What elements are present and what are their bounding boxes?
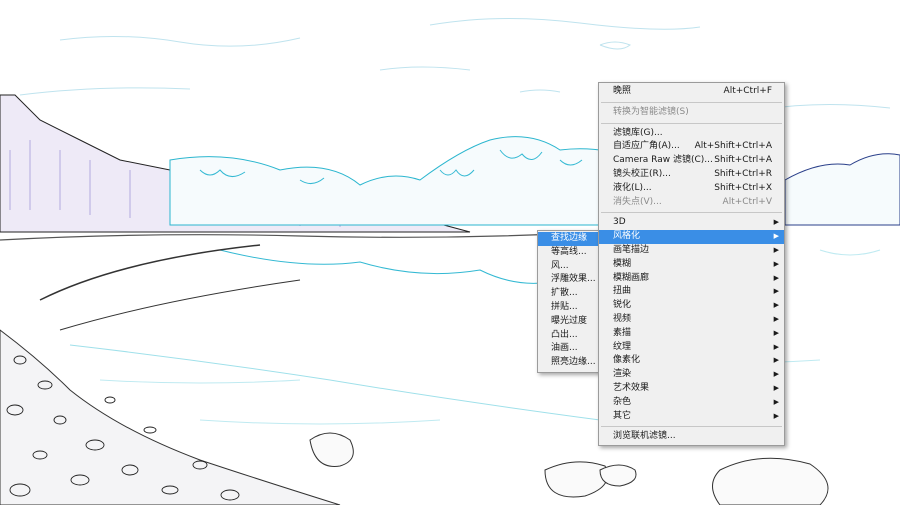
menu-item-artistic[interactable]: 艺术效果 ▶	[599, 382, 784, 396]
menu-item-label: 液化(L)...	[613, 182, 652, 193]
menu-item-label: 拼贴...	[551, 301, 578, 312]
menu-item-shortcut: Alt+Ctrl+F	[723, 86, 772, 96]
menu-item-find-edges[interactable]: 查找边缘	[538, 232, 600, 246]
menu-item-label: 照亮边缘...	[551, 357, 596, 368]
submenu-arrow-icon: ▶	[773, 356, 779, 365]
menu-item-label: 风格化	[613, 231, 641, 242]
submenu-arrow-icon: ▶	[773, 232, 779, 241]
submenu-arrow-icon: ▶	[773, 397, 779, 406]
menu-item-emboss[interactable]: 浮雕效果...	[538, 273, 600, 287]
menu-item-sketch[interactable]: 素描 ▶	[599, 327, 784, 341]
menu-separator	[601, 212, 782, 214]
menu-item-3d[interactable]: 3D ▶	[599, 216, 784, 230]
menu-item-shortcut: Alt+Ctrl+V	[722, 196, 772, 207]
menu-item-noise[interactable]: 杂色 ▶	[599, 396, 784, 410]
menu-item-label: 查找边缘	[551, 233, 588, 243]
menu-separator	[601, 122, 782, 124]
menu-item-label: 锐化	[613, 300, 632, 311]
submenu-arrow-icon: ▶	[773, 259, 779, 268]
menu-item-label: 其它	[613, 410, 632, 421]
menu-item-wind[interactable]: 风...	[538, 260, 600, 274]
menu-item-shortcut: Shift+Ctrl+A	[714, 155, 772, 166]
menu-item-tiles[interactable]: 拼贴...	[538, 301, 600, 315]
menu-item-brush-strokes[interactable]: 画笔描边 ▶	[599, 244, 784, 258]
stylize-submenu: 查找边缘 等高线... 风... 浮雕效果... 扩散... 拼贴... 曝光过…	[537, 230, 601, 373]
menu-item-contour[interactable]: 等高线...	[538, 246, 600, 260]
menu-item-diffuse[interactable]: 扩散...	[538, 287, 600, 301]
menu-item-sharpen[interactable]: 锐化 ▶	[599, 299, 784, 313]
menu-item-label: 画笔描边	[613, 244, 650, 255]
submenu-arrow-icon: ▶	[773, 218, 779, 227]
submenu-arrow-icon: ▶	[773, 245, 779, 254]
menu-item-camera-raw-filter[interactable]: Camera Raw 滤镜(C)... Shift+Ctrl+A	[599, 154, 784, 168]
menu-item-label: 消失点(V)...	[613, 196, 662, 207]
menu-item-label: 滤镜库(G)...	[613, 127, 663, 138]
menu-item-label: 凸出...	[551, 329, 578, 340]
submenu-arrow-icon: ▶	[773, 287, 779, 296]
menu-item-label: 模糊	[613, 258, 632, 269]
menu-item-adaptive-wide-angle[interactable]: 自适应广角(A)... Alt+Shift+Ctrl+A	[599, 140, 784, 154]
submenu-arrow-icon: ▶	[773, 383, 779, 392]
menu-item-label: 素描	[613, 327, 632, 338]
menu-item-label: 扩散...	[551, 288, 578, 299]
menu-item-label: 模糊画廊	[613, 272, 650, 283]
menu-item-stylize[interactable]: 风格化 ▶	[599, 230, 784, 244]
menu-separator	[601, 101, 782, 103]
menu-item-label: 转换为智能滤镜(S)	[613, 106, 689, 117]
menu-item-shortcut: Shift+Ctrl+R	[714, 168, 772, 179]
menu-item-label: 风...	[551, 260, 569, 271]
menu-item-texture[interactable]: 纹理 ▶	[599, 341, 784, 355]
menu-item-label: 油画...	[551, 343, 578, 354]
menu-item-label: 纹理	[613, 341, 632, 352]
submenu-arrow-icon: ▶	[773, 411, 779, 420]
submenu-arrow-icon: ▶	[773, 314, 779, 323]
submenu-arrow-icon: ▶	[773, 301, 779, 310]
submenu-arrow-icon: ▶	[773, 273, 779, 282]
menu-item-render[interactable]: 渲染 ▶	[599, 368, 784, 382]
menu-item-lens-correction[interactable]: 镜头校正(R)... Shift+Ctrl+R	[599, 168, 784, 182]
menu-item-other[interactable]: 其它 ▶	[599, 410, 784, 424]
menu-item-label: 自适应广角(A)...	[613, 141, 680, 152]
menu-item-video[interactable]: 视频 ▶	[599, 313, 784, 327]
menu-item-label: 浏览联机滤镜...	[613, 431, 676, 442]
menu-separator	[601, 426, 782, 428]
menu-item-shortcut: Shift+Ctrl+X	[714, 182, 772, 193]
menu-item-label: 视频	[613, 313, 632, 324]
menu-item-label: 渲染	[613, 369, 632, 380]
menu-item-distort[interactable]: 扭曲 ▶	[599, 285, 784, 299]
menu-item-blur-gallery[interactable]: 模糊画廊 ▶	[599, 272, 784, 286]
menu-item-extrude[interactable]: 凸出...	[538, 329, 600, 343]
filter-menu: 晚照 Alt+Ctrl+F 转换为智能滤镜(S) 滤镜库(G)... 自适应广角…	[598, 82, 785, 447]
menu-item-label: 3D	[613, 217, 626, 228]
menu-item-label: 艺术效果	[613, 382, 650, 393]
menu-item-label: 曝光过度	[551, 315, 588, 326]
menu-item-glowing-edges[interactable]: 照亮边缘...	[538, 356, 600, 370]
menu-item-label: 等高线...	[551, 246, 587, 257]
menu-item-liquify[interactable]: 液化(L)... Shift+Ctrl+X	[599, 182, 784, 196]
menu-item-browse-online-filters[interactable]: 浏览联机滤镜...	[599, 430, 784, 444]
menu-item-shortcut: Alt+Shift+Ctrl+A	[694, 141, 772, 152]
menu-item-label: Camera Raw 滤镜(C)...	[613, 155, 713, 166]
menu-item-filter-gallery[interactable]: 滤镜库(G)...	[599, 127, 784, 141]
menu-item-label: 扭曲	[613, 286, 632, 297]
menu-item-label: 镜头校正(R)...	[613, 168, 671, 179]
menu-item-label: 浮雕效果...	[551, 274, 596, 285]
menu-item-vanishing-point: 消失点(V)... Alt+Ctrl+V	[599, 196, 784, 210]
submenu-arrow-icon: ▶	[773, 370, 779, 379]
menu-item-oil-paint[interactable]: 油画...	[538, 342, 600, 356]
menu-item-solarize[interactable]: 曝光过度	[538, 315, 600, 329]
menu-item-blur[interactable]: 模糊 ▶	[599, 258, 784, 272]
menu-item-label: 像素化	[613, 355, 641, 366]
menu-item-convert-smart-filters: 转换为智能滤镜(S)	[599, 106, 784, 120]
submenu-arrow-icon: ▶	[773, 328, 779, 337]
submenu-arrow-icon: ▶	[773, 342, 779, 351]
menu-item-pixelate[interactable]: 像素化 ▶	[599, 354, 784, 368]
menu-item-label: 晚照	[613, 86, 632, 96]
menu-item-last-filter[interactable]: 晚照 Alt+Ctrl+F	[599, 85, 784, 99]
menu-item-label: 杂色	[613, 396, 632, 407]
